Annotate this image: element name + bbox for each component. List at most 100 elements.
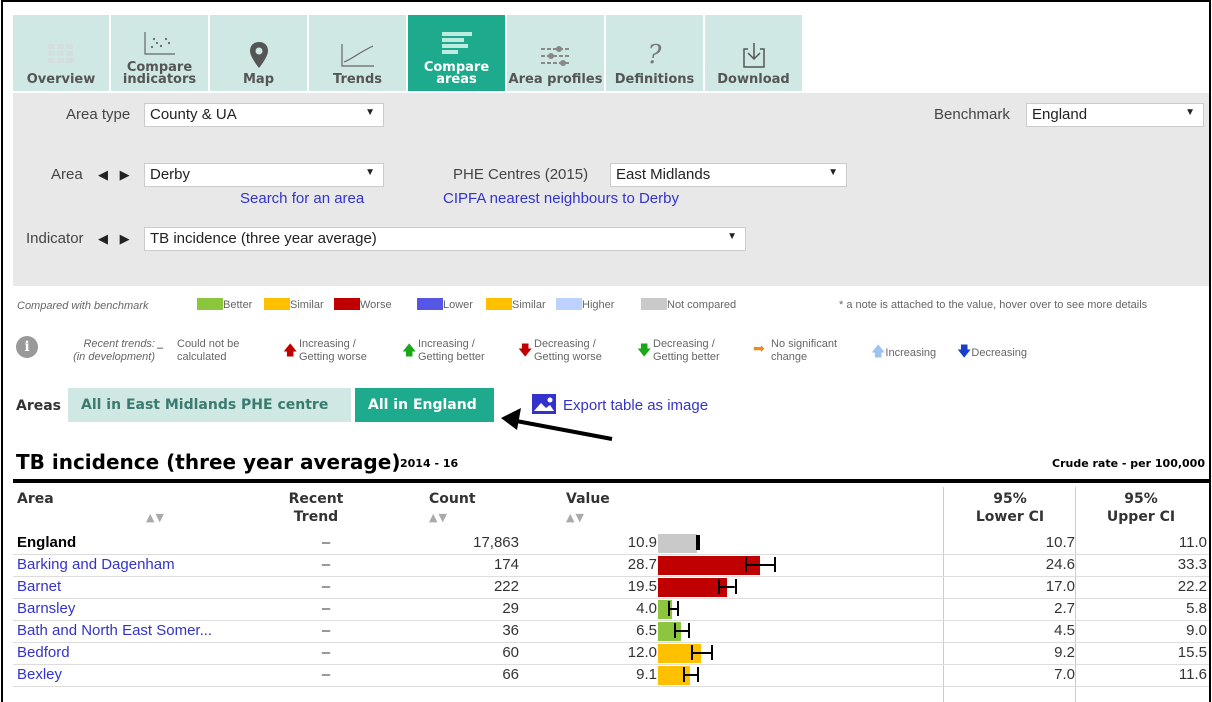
legend-better: Better [197, 298, 252, 311]
value-text: 19.5 [627, 578, 657, 595]
trend-no-change: ➡ No significant change [753, 338, 838, 363]
sort-icon: ▲▼ [146, 511, 165, 524]
tab-label: Compare indicators [122, 60, 197, 87]
header-count[interactable]: Count ▲▼ [429, 490, 476, 527]
confidence-interval [718, 579, 737, 594]
main-tabs: Overview Compare indicators Map Trends C… [13, 15, 802, 91]
tab-compare-indicators[interactable]: Compare indicators [111, 15, 208, 91]
phe-centre-select[interactable]: East Midlands ▼ [610, 163, 847, 187]
compared-with-benchmark-label: Compared with benchmark [17, 300, 149, 312]
tab-trends[interactable]: Trends [309, 15, 406, 91]
tab-label: Download [717, 72, 790, 87]
upper-ci-value: 22.2 [1177, 578, 1207, 595]
upper-ci-value: 5.8 [1186, 600, 1207, 617]
value-text: 6.5 [636, 622, 657, 639]
legend-worse: Worse [334, 298, 392, 311]
table-row: England – 17,863 10.9 10.7 11.0 [13, 532, 1209, 554]
value-bar [658, 578, 728, 597]
note-text: * a note is attached to the value, hover… [839, 299, 1148, 311]
upper-ci-value: 15.5 [1177, 644, 1207, 661]
trend-decreasing: 🡇Decreasing [957, 343, 1028, 359]
info-icon[interactable]: i [16, 336, 38, 358]
area-name[interactable]: Bath and North East Somer... [17, 622, 212, 639]
legend-higher: Higher [556, 298, 614, 311]
question-icon: ? [647, 40, 662, 70]
lower-ci-value: 4.5 [1054, 622, 1075, 639]
bar-list-icon [440, 28, 474, 58]
indicator-select[interactable]: TB incidence (three year average) ▼ [144, 227, 746, 251]
area-type-value: County & UA [150, 106, 237, 123]
recent-trend: – [321, 578, 331, 595]
indicator-label: Indicator [26, 230, 84, 247]
count-value: 174 [493, 556, 519, 573]
area-type-select[interactable]: County & UA ▼ [144, 103, 384, 127]
tab-label: Trends [333, 72, 382, 87]
indicator-prev-next-arrows[interactable]: ◀ ▶ [98, 231, 134, 247]
caret-down-icon: ▼ [365, 107, 375, 118]
header-area[interactable]: Area ▲▼ [17, 490, 165, 527]
area-select[interactable]: Derby ▼ [144, 163, 384, 187]
tab-overview[interactable]: Overview [13, 15, 109, 91]
arrow-right-orange-icon: ➡ [753, 340, 765, 356]
benchmark-select[interactable]: England ▼ [1026, 103, 1204, 127]
app-frame: Overview Compare indicators Map Trends C… [1, 0, 1211, 702]
tab-compare-areas[interactable]: Compare areas [408, 15, 505, 91]
area-type-label: Area type [66, 106, 131, 123]
lower-ci-value: 24.6 [1045, 556, 1075, 573]
recent-trend: – [321, 600, 331, 617]
upper-ci-value: 9.0 [1186, 622, 1207, 639]
header-value[interactable]: Value ▲▼ [566, 490, 610, 527]
arrow-down-red-icon: 🡇 [518, 342, 533, 358]
overview-icon [48, 40, 74, 70]
arrow-up-red-icon: 🡅 [283, 342, 298, 358]
search-area-link[interactable]: Search for an area [240, 190, 364, 207]
table-row: Bath and North East Somer... – 36 6.5 4.5 9.0 [13, 620, 1209, 642]
arrow-up-light-blue-icon: 🡅 [871, 343, 886, 359]
upper-ci-value: 11.0 [1178, 534, 1207, 551]
upper-ci-value: 33.3 [1177, 556, 1207, 573]
area-name[interactable]: Barking and Dagenham [17, 556, 175, 573]
table-row: Barnet – 222 19.5 17.0 22.2 [13, 576, 1209, 598]
map-pin-icon [249, 40, 269, 70]
tab-definitions[interactable]: ? Definitions [606, 15, 703, 91]
confidence-interval [667, 601, 679, 616]
lower-ci-value: 10.7 [1045, 534, 1075, 551]
header-upper-ci: 95% Upper CI [1106, 491, 1176, 525]
area-name[interactable]: Bexley [17, 666, 62, 683]
area-name[interactable]: Bedford [17, 644, 70, 661]
area-label: Area [51, 166, 83, 183]
recent-trend: – [321, 666, 331, 683]
legend-similar-2: Similar [486, 298, 546, 311]
value-text: 4.0 [636, 600, 657, 617]
area-name[interactable]: Barnsley [17, 600, 75, 617]
caret-down-icon: ▼ [365, 167, 375, 178]
legend-not-compared: Not compared [641, 298, 736, 311]
tab-download[interactable]: Download [705, 15, 802, 91]
legend-lower: Lower [417, 298, 473, 311]
tab-all-in-england[interactable]: All in England [355, 388, 494, 422]
caret-down-icon: ▼ [1185, 107, 1195, 118]
count-value: 36 [502, 622, 519, 639]
benchmark-value: England [1032, 106, 1088, 123]
recent-trend: – [321, 534, 331, 551]
header-lower-ci: 95% Lower CI [975, 491, 1045, 525]
arrow-down-green-icon: 🡇 [637, 342, 652, 358]
benchmark-label: Benchmark [934, 106, 1010, 123]
confidence-interval [745, 557, 777, 572]
cipfa-link[interactable]: CIPFA nearest neighbours to Derby [443, 190, 679, 207]
recent-trend: – [321, 556, 331, 573]
area-prev-next-arrows[interactable]: ◀ ▶ [98, 167, 134, 183]
filter-panel: Area type County & UA ▼ Benchmark Englan… [13, 93, 1209, 286]
area-name[interactable]: Barnet [17, 578, 61, 595]
confidence-interval [673, 623, 690, 638]
count-value: 60 [502, 644, 519, 661]
table-row: Barking and Dagenham – 174 28.7 24.6 33.3 [13, 554, 1209, 576]
value-text: 9.1 [636, 666, 657, 683]
tab-east-midlands-phe[interactable]: All in East Midlands PHE centre [68, 388, 351, 422]
trend-could-not-calc: – Could not be calculated [157, 338, 240, 363]
tab-map[interactable]: Map [210, 15, 307, 91]
pointer-arrow-annotation [501, 408, 613, 441]
phe-centre-value: East Midlands [616, 166, 711, 183]
tab-area-profiles[interactable]: Area profiles [507, 15, 604, 91]
value-text: 28.7 [627, 556, 657, 573]
